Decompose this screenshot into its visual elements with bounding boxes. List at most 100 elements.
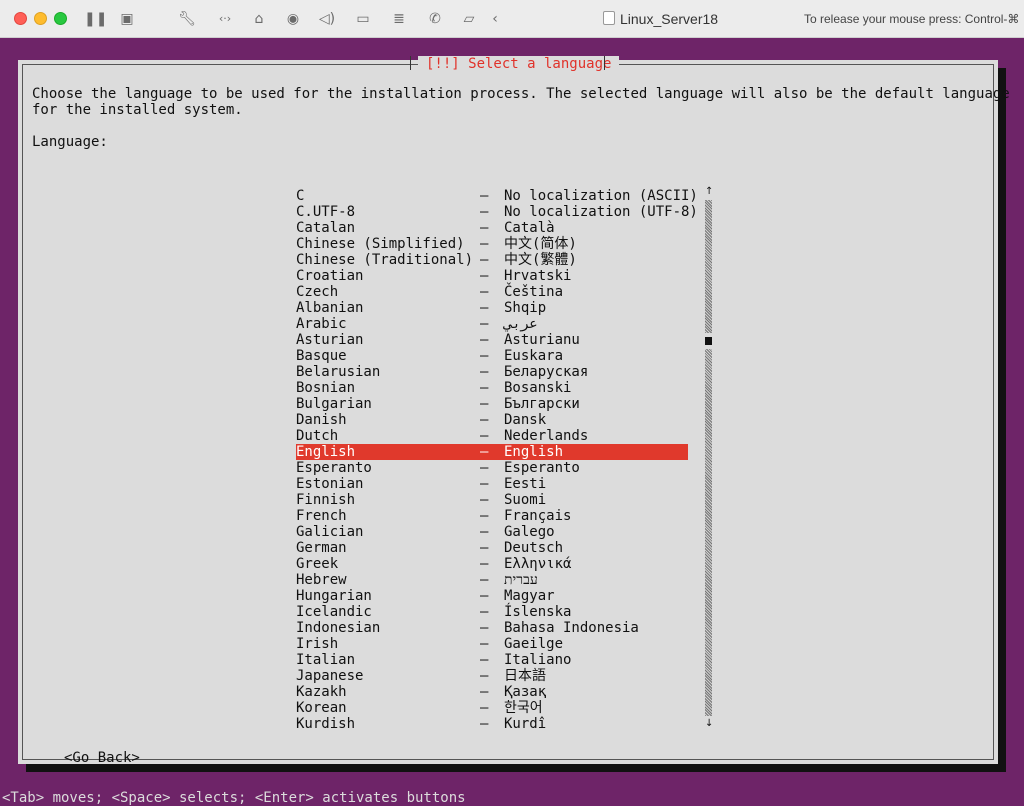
language-name: Asturian [296, 332, 364, 348]
language-option-selected[interactable]: English – English [296, 444, 688, 460]
language-option[interactable]: Kurdish – Kurdî [296, 716, 688, 732]
language-separator: – [480, 444, 489, 460]
language-separator: – [480, 700, 489, 716]
minimize-window-button[interactable] [34, 12, 47, 25]
language-option[interactable]: Czech – Čeština [296, 284, 688, 300]
snapshot-icon[interactable]: ▣ [118, 10, 136, 28]
language-separator: – [480, 556, 489, 572]
language-option[interactable]: C – No localization (ASCII) [296, 188, 698, 204]
pause-icon[interactable]: ❚❚ [84, 10, 107, 28]
language-native-name: Gaeilge [504, 636, 564, 652]
language-option[interactable]: Albanian – Shqip [296, 300, 688, 316]
scrollbar-thumb[interactable] [705, 337, 712, 345]
language-native-name: Eesti [504, 476, 547, 492]
language-option[interactable]: Hebrew – עברית [296, 572, 688, 588]
language-option[interactable]: Estonian – Eesti [296, 476, 688, 492]
language-option[interactable]: Finnish – Suomi [296, 492, 688, 508]
language-option[interactable]: Danish – Dansk [296, 412, 688, 428]
language-option[interactable]: C.UTF-8 – No localization (UTF-8) [296, 204, 698, 220]
language-separator: – [480, 300, 489, 316]
language-option[interactable]: Greek – Ελληνικά [296, 556, 688, 572]
language-option[interactable]: Icelandic – Íslenska [296, 604, 688, 620]
language-name: French [296, 508, 347, 524]
language-option[interactable]: Arabic – عربي [296, 316, 688, 332]
language-separator: – [480, 396, 489, 412]
zoom-window-button[interactable] [54, 12, 67, 25]
camera-lock-icon[interactable]: ◉ [284, 10, 302, 28]
language-option[interactable]: Esperanto – Esperanto [296, 460, 688, 476]
language-name: Albanian [296, 300, 364, 316]
language-native-name: Kurdî [504, 716, 547, 732]
wrench-icon[interactable]: 🔧︎ [178, 10, 196, 28]
language-option[interactable]: Bosnian – Bosanski [296, 380, 688, 396]
language-native-name: 한국어 [504, 700, 543, 716]
language-name: Croatian [296, 268, 364, 284]
vm-titlebar: ❚❚ ▣ 🔧︎ ‹·› ⌂ ◉ ◁) ▭ ≣ ✆ ▱ ‹ Linux_Serve… [0, 0, 1024, 38]
language-option[interactable]: Indonesian – Bahasa Indonesia [296, 620, 688, 636]
language-option[interactable]: Croatian – Hrvatski [296, 268, 688, 284]
language-list[interactable]: C – No localization (ASCII) C.UTF-8– No loca… [296, 188, 698, 732]
back-chevron-icon[interactable]: ‹ [486, 10, 504, 28]
language-option[interactable]: Bulgarian – Български [296, 396, 688, 412]
language-option[interactable]: Belarusian – Беларуская [296, 364, 688, 380]
language-separator: – [480, 684, 489, 700]
language-option[interactable]: Catalan – Català [296, 220, 688, 236]
language-option[interactable]: Galician – Galego [296, 524, 688, 540]
language-separator: – [480, 332, 489, 348]
language-name: Kazakh [296, 684, 347, 700]
scrollbar-track-upper[interactable] [705, 200, 712, 333]
language-name: Irish [296, 636, 339, 652]
language-separator: – [480, 524, 489, 540]
language-option[interactable]: Japanese – 日本語 [296, 668, 688, 684]
dialog-title: [!!] Select a language [418, 56, 620, 72]
language-name: Icelandic [296, 604, 372, 620]
language-native-name: Galego [504, 524, 555, 540]
language-native-name: Nederlands [504, 428, 589, 444]
language-list-scrollbar[interactable]: ↑ ↓ [705, 186, 713, 732]
language-name: Japanese [296, 668, 364, 684]
intro-text-line1: Choose the language to be used for the i… [32, 86, 1010, 102]
language-separator: – [480, 668, 489, 684]
video-icon[interactable]: ▭ [354, 10, 372, 28]
language-separator: – [480, 476, 489, 492]
language-option[interactable]: German – Deutsch [296, 540, 688, 556]
language-separator: – [480, 620, 489, 636]
hard-disk-icon[interactable]: ⌂ [250, 10, 268, 28]
language-native-name: 中文(简体) [504, 236, 577, 252]
language-separator: – [480, 604, 489, 620]
language-option[interactable]: Korean – 한국어 [296, 700, 688, 716]
language-name: Danish [296, 412, 347, 428]
folder-share-icon[interactable]: ▱ [460, 10, 478, 28]
language-separator: – [480, 252, 489, 268]
language-name: Galician [296, 524, 364, 540]
scroll-up-arrow-icon[interactable]: ↑ [705, 186, 713, 198]
language-option[interactable]: French – Français [296, 508, 688, 524]
storage-icon[interactable]: ≣ [390, 10, 408, 28]
language-option[interactable]: Irish – Gaeilge [296, 636, 688, 652]
language-option[interactable]: Hungarian – Magyar [296, 588, 688, 604]
language-option[interactable]: Kazakh – Қазақ [296, 684, 688, 700]
sound-icon[interactable]: ◁) [318, 10, 336, 28]
language-native-name: Íslenska [504, 604, 572, 620]
scroll-down-arrow-icon[interactable]: ↓ [705, 718, 713, 730]
language-name: Bulgarian [296, 396, 372, 412]
language-name: C [296, 188, 305, 204]
language-native-name: Shqip [504, 300, 547, 316]
language-option[interactable]: Asturian – Asturianu [296, 332, 688, 348]
language-option[interactable]: Dutch – Nederlands [296, 428, 688, 444]
phone-off-icon[interactable]: ✆ [426, 10, 444, 28]
language-option[interactable]: Chinese (Simplified) – 中文(简体) [296, 236, 688, 252]
language-separator: – [480, 460, 489, 476]
language-label: Language: [32, 134, 108, 150]
language-option[interactable]: Basque – Euskara [296, 348, 688, 364]
close-window-button[interactable] [14, 12, 27, 25]
language-separator: – [480, 508, 489, 524]
language-option[interactable]: Chinese (Traditional) – 中文(繁體) [296, 252, 688, 268]
language-native-name: عربي [504, 316, 538, 332]
go-back-button[interactable]: <Go Back> [64, 750, 140, 766]
language-name: Chinese (Simplified) [296, 236, 465, 252]
code-arrows-icon[interactable]: ‹·› [214, 10, 236, 28]
scrollbar-track-lower[interactable] [705, 349, 712, 716]
language-option[interactable]: Italian – Italiano [296, 652, 688, 668]
language-separator: – [480, 364, 489, 380]
